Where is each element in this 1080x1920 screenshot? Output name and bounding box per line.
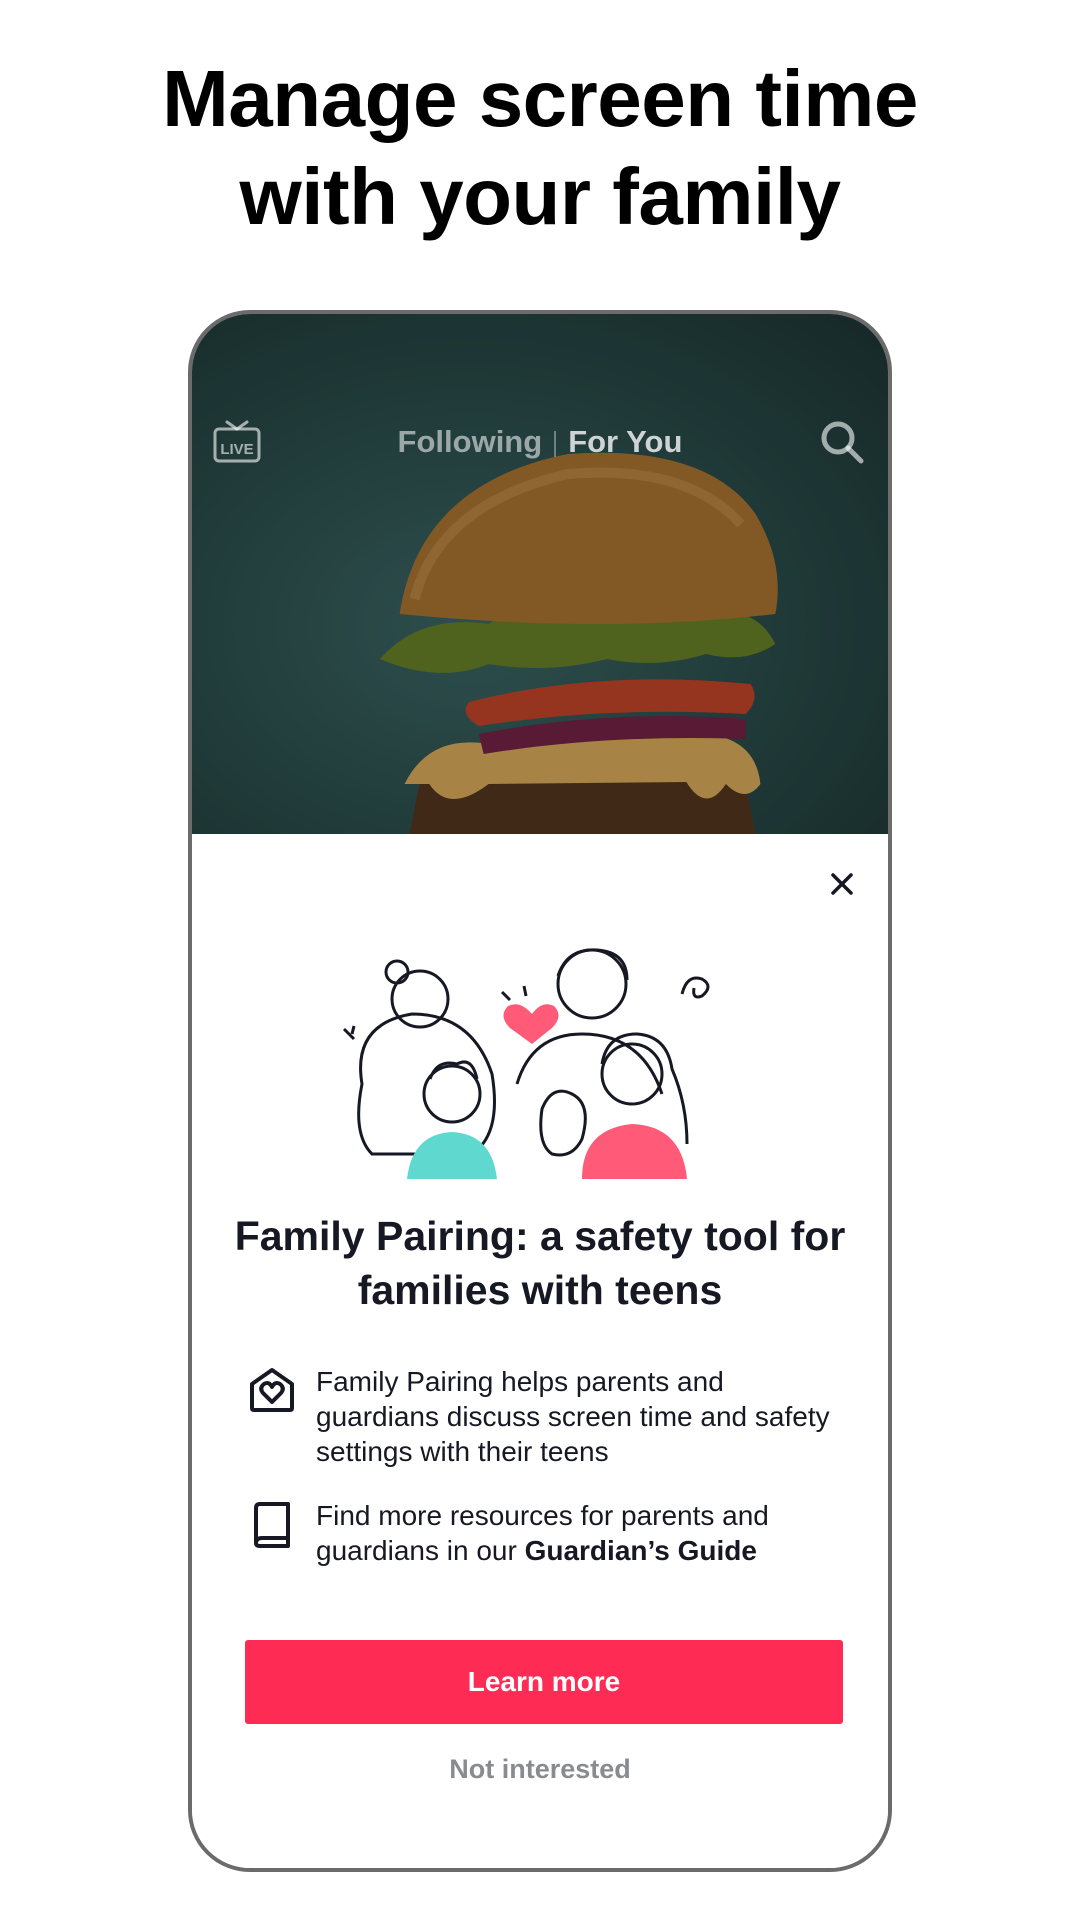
close-icon	[831, 873, 853, 895]
learn-more-button[interactable]: Learn more	[245, 1640, 843, 1724]
video-dim-overlay	[192, 314, 888, 834]
info-row-guardians-guide: Find more resources for parents and guar…	[246, 1498, 844, 1568]
close-button[interactable]	[822, 864, 862, 904]
info-text-guardians-guide: Find more resources for parents and guar…	[316, 1498, 844, 1568]
home-heart-icon	[250, 1368, 294, 1412]
search-icon[interactable]	[818, 418, 866, 466]
not-interested-link[interactable]: Not interested	[192, 1754, 888, 1785]
tab-following[interactable]: Following	[386, 424, 555, 460]
info-row-family-pairing: Family Pairing helps parents and guardia…	[246, 1364, 844, 1469]
feed-topbar: LIVE Following For You	[192, 416, 888, 476]
family-illustration	[342, 948, 710, 1179]
guardians-guide-link[interactable]: Guardian’s Guide	[525, 1535, 757, 1566]
feed-tabs: Following For You	[192, 424, 888, 460]
video-background: LIVE Following For You	[192, 314, 888, 834]
sheet-title: Family Pairing: a safety tool for famili…	[234, 1213, 846, 1313]
book-icon	[254, 1502, 290, 1548]
headline-line-2: with your family	[239, 152, 841, 241]
headline: Manage screen time with your family	[0, 50, 1080, 246]
family-pairing-sheet: Family Pairing: a safety tool for famili…	[192, 834, 888, 1868]
tab-for-you[interactable]: For You	[556, 424, 694, 460]
headline-line-1: Manage screen time	[162, 54, 918, 143]
info-text-family-pairing: Family Pairing helps parents and guardia…	[316, 1366, 830, 1467]
phone-frame: LIVE Following For You Family Pairing: a…	[188, 310, 892, 1872]
